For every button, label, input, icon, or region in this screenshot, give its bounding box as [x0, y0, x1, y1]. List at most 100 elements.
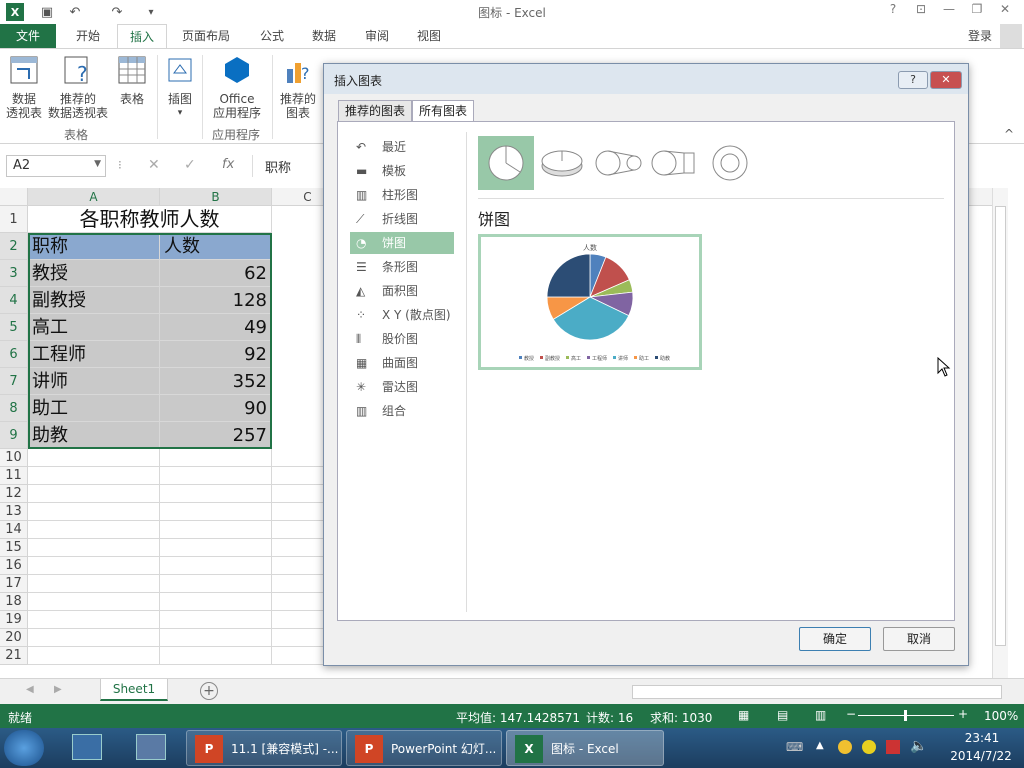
empty-cell[interactable] — [28, 503, 160, 521]
empty-cell[interactable] — [160, 449, 272, 467]
row-header[interactable]: 18 — [0, 593, 28, 611]
title-cell[interactable]: 助工 — [28, 395, 160, 422]
chart-category-item[interactable]: ▦ 曲面图 — [350, 352, 454, 374]
3d-pie-subtype-button[interactable] — [534, 136, 590, 190]
tab-recommended-charts[interactable]: 推荐的图表 — [338, 100, 413, 122]
chart-category-item[interactable]: ▬ 模板 — [350, 160, 454, 182]
empty-cell[interactable] — [160, 557, 272, 575]
column-header-a[interactable]: A — [28, 188, 160, 206]
bar-of-pie-subtype-button[interactable] — [646, 136, 702, 190]
clock-time[interactable]: 23:41 — [952, 731, 1012, 745]
empty-cell[interactable] — [160, 611, 272, 629]
row-header[interactable]: 16 — [0, 557, 28, 575]
chevron-down-icon[interactable]: ▼ — [94, 159, 101, 169]
chart-category-item[interactable]: ⫴ 股价图 — [350, 328, 454, 350]
count-cell[interactable]: 62 — [160, 260, 272, 287]
empty-cell[interactable] — [160, 485, 272, 503]
header-cell-count[interactable]: 人数 — [160, 233, 272, 260]
empty-cell[interactable] — [28, 611, 160, 629]
start-button[interactable] — [4, 730, 44, 766]
ribbon-display-options-icon[interactable]: ⊡ — [910, 2, 932, 20]
tab-page-layout[interactable]: 页面布局 — [170, 24, 242, 48]
row-header[interactable]: 21 — [0, 647, 28, 665]
empty-cell[interactable] — [28, 629, 160, 647]
dialog-help-button[interactable]: ? — [898, 71, 928, 89]
zoom-in-icon[interactable]: + — [958, 707, 968, 721]
empty-cell[interactable] — [160, 521, 272, 539]
volume-icon[interactable]: 🔈 — [910, 738, 927, 754]
name-box[interactable]: A2 ▼ — [6, 155, 106, 177]
tab-file[interactable]: 文件 — [0, 24, 56, 48]
cancel-icon[interactable]: ✕ — [148, 157, 160, 173]
empty-cell[interactable] — [28, 647, 160, 665]
network-icon[interactable] — [886, 740, 900, 754]
tray-app-icon[interactable] — [862, 740, 876, 754]
normal-view-icon[interactable]: ▦ — [738, 708, 749, 722]
enter-icon[interactable]: ✓ — [184, 157, 196, 173]
desktop-icon[interactable] — [72, 734, 102, 760]
row-header[interactable]: 2 — [0, 233, 28, 260]
chart-category-item[interactable]: ◭ 面积图 — [350, 280, 454, 302]
row-header[interactable]: 1 — [0, 206, 28, 233]
tab-formulas[interactable]: 公式 — [248, 24, 296, 48]
count-cell[interactable]: 49 — [160, 314, 272, 341]
tab-all-charts[interactable]: 所有图表 — [412, 100, 475, 122]
row-header[interactable]: 20 — [0, 629, 28, 647]
zoom-slider-thumb[interactable] — [904, 710, 907, 721]
zoom-out-icon[interactable]: − — [846, 707, 856, 721]
chart-category-item[interactable]: ☰ 条形图 — [350, 256, 454, 278]
sheet-title-cell[interactable]: 各职称教师人数 — [28, 206, 272, 233]
avatar[interactable] — [1000, 24, 1022, 48]
scrollbar-thumb[interactable] — [995, 206, 1006, 646]
insert-function-icon[interactable]: fx — [222, 157, 234, 172]
ok-button[interactable]: 确定 — [799, 627, 871, 651]
prev-sheet-icon[interactable]: ◀ — [26, 684, 34, 695]
page-break-view-icon[interactable]: ▥ — [815, 708, 826, 722]
chart-preview[interactable]: 人数 教授 副教授 高工 工程师 讲师 助工 助教 — [478, 234, 702, 370]
login-link[interactable]: 登录 — [956, 24, 1004, 48]
vertical-scrollbar[interactable] — [992, 188, 1008, 678]
dialog-close-button[interactable]: ✕ — [930, 71, 962, 89]
minimize-button[interactable]: — — [938, 2, 960, 20]
pivot-table-button[interactable]: 数据 透视表 — [4, 55, 44, 120]
chart-category-item[interactable]: ✳ 雷达图 — [350, 376, 454, 398]
title-cell[interactable]: 高工 — [28, 314, 160, 341]
row-header[interactable]: 14 — [0, 521, 28, 539]
empty-cell[interactable] — [28, 521, 160, 539]
tray-app-icon[interactable] — [838, 740, 852, 754]
title-cell[interactable]: 工程师 — [28, 341, 160, 368]
empty-cell[interactable] — [160, 647, 272, 665]
count-cell[interactable]: 92 — [160, 341, 272, 368]
recommended-charts-button[interactable]: ? 推荐的 图表 — [276, 55, 320, 120]
chart-category-item[interactable]: ↶ 最近 — [350, 136, 454, 158]
chart-category-item[interactable]: ▥ 组合 — [350, 400, 454, 422]
row-header[interactable]: 12 — [0, 485, 28, 503]
empty-cell[interactable] — [28, 593, 160, 611]
title-cell[interactable]: 副教授 — [28, 287, 160, 314]
tab-data[interactable]: 数据 — [300, 24, 348, 48]
row-header[interactable]: 3 — [0, 260, 28, 287]
page-layout-view-icon[interactable]: ▤ — [777, 708, 788, 722]
doughnut-subtype-button[interactable] — [702, 136, 758, 190]
row-header[interactable]: 13 — [0, 503, 28, 521]
row-header[interactable]: 15 — [0, 539, 28, 557]
row-header[interactable]: 19 — [0, 611, 28, 629]
tab-view[interactable]: 视图 — [405, 24, 453, 48]
chart-category-item[interactable]: ⁘ X Y (散点图) — [350, 304, 454, 326]
title-cell[interactable]: 讲师 — [28, 368, 160, 395]
close-button[interactable]: ✕ — [994, 2, 1016, 20]
empty-cell[interactable] — [160, 575, 272, 593]
taskbar-item-ppt-show[interactable]: P PowerPoint 幻灯... — [346, 730, 502, 766]
row-header[interactable]: 5 — [0, 314, 28, 341]
sheet-tab-sheet1[interactable]: Sheet1 — [100, 679, 168, 701]
chart-category-item[interactable]: ▥ 柱形图 — [350, 184, 454, 206]
empty-cell[interactable] — [28, 557, 160, 575]
cancel-button[interactable]: 取消 — [883, 627, 955, 651]
pie-of-pie-subtype-button[interactable] — [590, 136, 646, 190]
taskbar-item-ppt-file[interactable]: P 11.1 [兼容模式] -... — [186, 730, 342, 766]
header-cell-title[interactable]: 职称 — [28, 233, 160, 260]
row-header[interactable]: 7 — [0, 368, 28, 395]
chart-category-item[interactable]: ◔ 饼图 — [350, 232, 454, 254]
empty-cell[interactable] — [160, 467, 272, 485]
title-cell[interactable]: 助教 — [28, 422, 160, 449]
